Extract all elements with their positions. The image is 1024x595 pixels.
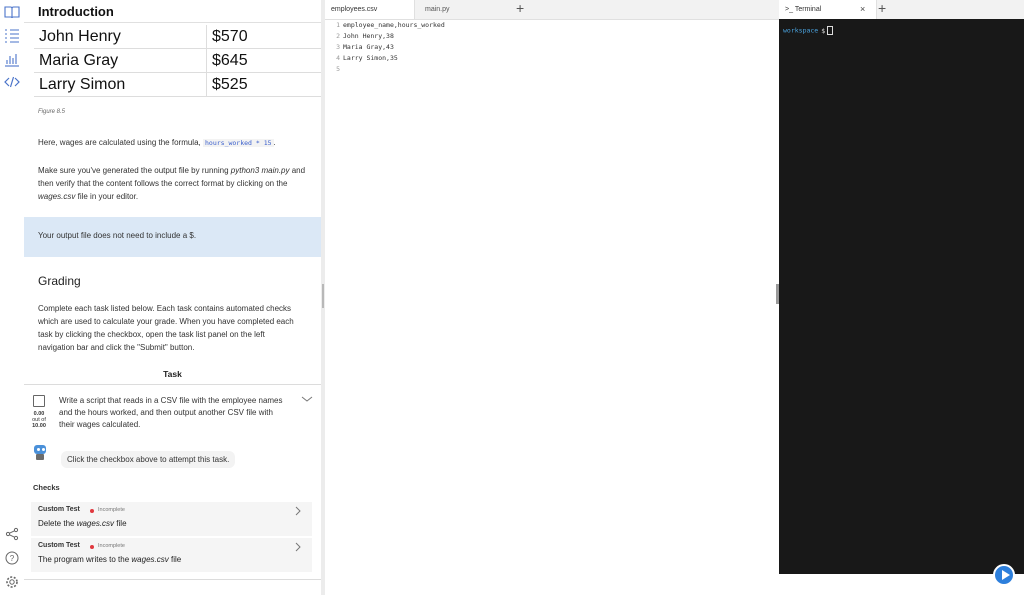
instructions-paragraph: Make sure you've generated the output fi…: [38, 164, 308, 203]
terminal-tab-text: Terminal: [794, 6, 822, 13]
code-line[interactable]: employee_name,hours_worked: [343, 21, 445, 29]
play-button[interactable]: [993, 564, 1015, 586]
chart-icon[interactable]: [4, 51, 20, 67]
settings-icon[interactable]: [4, 574, 20, 590]
run-command: python3 main.py: [230, 166, 290, 175]
guide-bottom-divider: [24, 579, 321, 580]
check-desc-file: wages.csv: [76, 519, 115, 528]
terminal-tab-bar: >_ Terminal × +: [779, 0, 1024, 19]
task-score: 0.00 out of 10.00: [30, 411, 48, 429]
guide-panel: Introduction John Henry $570 Maria Gray …: [24, 0, 321, 595]
editor-tab-bar: employees.csv main.py +: [325, 0, 779, 20]
code-editor-panel: employees.csv main.py + 1 employee_name,…: [325, 0, 779, 595]
check-desc-text: Delete the: [38, 519, 75, 528]
info-text: Your output file does not need to includ…: [38, 231, 197, 240]
book-icon[interactable]: [4, 4, 20, 20]
left-nav-rail: ?: [0, 0, 25, 595]
line-number: 1: [336, 21, 340, 29]
instructions-text: file in your editor.: [77, 192, 139, 201]
line-number: 2: [336, 32, 340, 40]
terminal-prompt: workspace $: [783, 26, 834, 35]
status-dot-icon: [90, 509, 94, 513]
svg-text:?: ?: [10, 554, 15, 563]
tab-main-py[interactable]: main.py: [419, 0, 509, 19]
terminal-cursor: [827, 26, 834, 35]
add-terminal-button[interactable]: +: [878, 0, 886, 17]
check-status: Incomplete: [98, 543, 125, 549]
task-divider: [24, 384, 321, 385]
check-item[interactable]: Custom Test Incomplete Delete the wages.…: [31, 502, 312, 536]
terminal-tab-label: >_ Terminal: [785, 0, 821, 19]
info-callout: Your output file does not need to includ…: [24, 217, 321, 257]
code-icon[interactable]: [4, 74, 20, 90]
table-row: Maria Gray $645: [34, 48, 321, 73]
checks-heading: Checks: [33, 483, 60, 492]
formula-code: hours_worked * 15: [203, 139, 274, 147]
check-description: The program writes to the wages.csv file: [38, 555, 181, 564]
check-title: Custom Test: [38, 506, 80, 513]
chevron-right-icon[interactable]: [294, 506, 302, 519]
check-status: Incomplete: [98, 507, 125, 513]
check-description: Delete the wages.csv file: [38, 519, 127, 528]
task-hint: Click the checkbox above to attempt this…: [61, 451, 236, 468]
share-icon[interactable]: [4, 526, 20, 542]
check-item[interactable]: Custom Test Incomplete The program write…: [31, 538, 312, 572]
wage-amount: $570: [206, 25, 321, 49]
wage-amount: $645: [206, 48, 321, 73]
splitter-grip[interactable]: [322, 284, 324, 308]
check-desc-text: The program writes to the: [38, 555, 130, 564]
tab-terminal[interactable]: >_ Terminal ×: [779, 0, 877, 19]
add-tab-button[interactable]: +: [516, 0, 524, 17]
title-divider: [24, 22, 321, 23]
chevron-down-icon[interactable]: [301, 394, 313, 407]
employee-name: Maria Gray: [34, 48, 207, 73]
terminal-panel[interactable]: workspace $: [779, 19, 1024, 574]
task-checkbox[interactable]: [33, 395, 45, 407]
employee-name: John Henry: [34, 25, 207, 49]
formula-paragraph: Here, wages are calculated using the for…: [38, 136, 318, 150]
table-row: John Henry $570: [34, 25, 321, 49]
grading-heading: Grading: [38, 274, 81, 288]
file-name: wages.csv: [38, 192, 76, 201]
formula-text: Here, wages are calculated using the for…: [38, 138, 201, 147]
wages-table: John Henry $570 Maria Gray $645 Larry Si…: [34, 25, 321, 97]
list-icon[interactable]: [4, 27, 20, 43]
check-desc-text: file: [170, 555, 182, 564]
terminal-icon: >_: [785, 6, 793, 13]
code-line[interactable]: John Henry,38: [343, 32, 394, 40]
help-icon[interactable]: ?: [4, 550, 20, 566]
prompt-symbol: $: [821, 26, 826, 35]
formula-end: .: [273, 138, 276, 147]
chevron-right-icon[interactable]: [294, 542, 302, 555]
line-number: 4: [336, 54, 340, 62]
close-icon[interactable]: ×: [860, 0, 865, 19]
task-description: Write a script that reads in a CSV file …: [59, 396, 283, 429]
check-desc-text: file: [116, 519, 127, 528]
check-title: Custom Test: [38, 542, 80, 549]
prompt-directory: workspace: [783, 26, 819, 35]
code-line[interactable]: Maria Gray,43: [343, 43, 394, 51]
figure-caption: Figure 8.5: [38, 109, 66, 115]
code-line[interactable]: Larry Simon,35: [343, 54, 398, 62]
table-row: Larry Simon $525: [34, 72, 321, 97]
page-title: Introduction: [38, 4, 114, 19]
employee-name: Larry Simon: [34, 72, 207, 97]
robot-avatar-icon: [32, 443, 48, 461]
line-number: 5: [336, 65, 340, 73]
score-total: 10.00: [32, 423, 46, 429]
grading-text: Complete each task listed below. Each ta…: [38, 304, 294, 352]
instructions-text: Make sure you've generated the output fi…: [38, 166, 229, 175]
wage-amount: $525: [206, 72, 321, 97]
status-dot-icon: [90, 545, 94, 549]
line-number: 3: [336, 43, 340, 51]
check-desc-file: wages.csv: [131, 555, 169, 564]
task-heading: Task: [163, 369, 182, 379]
tab-employees-csv[interactable]: employees.csv: [325, 0, 415, 19]
